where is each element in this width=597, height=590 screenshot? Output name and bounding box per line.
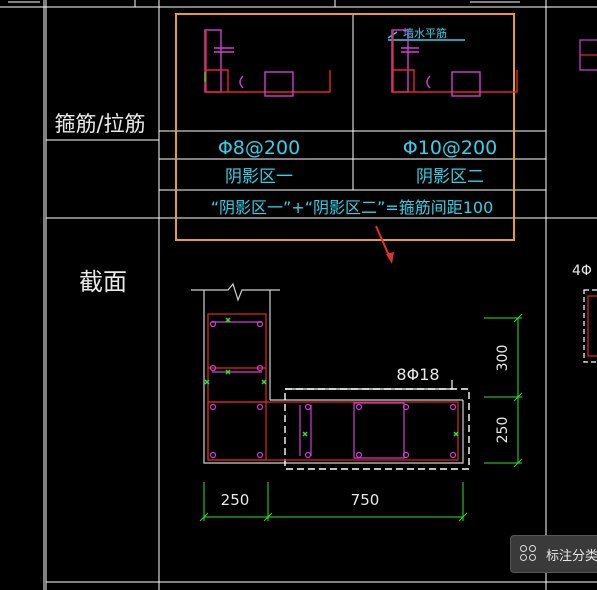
cad-drawing-canvas[interactable]: 箍筋/拉筋 截面 墙水平筋 Φ8@200 Φ10@200 阴影区一 阴影区二 “… xyxy=(0,0,597,590)
rebar-label: 8Φ18 xyxy=(396,365,439,384)
dim-right-top: 300 xyxy=(495,345,511,372)
right-stirrup-spec: Φ10@200 xyxy=(403,137,497,159)
dimension-lines xyxy=(199,313,523,522)
left-zone-label: 阴影区一 xyxy=(225,167,293,187)
row-label-stirrup: 箍筋/拉筋 xyxy=(54,112,145,136)
dim-bottom-right: 750 xyxy=(351,491,380,509)
right-edge-label: 4Φ xyxy=(572,263,592,279)
left-stirrup-spec: Φ8@200 xyxy=(218,137,300,159)
grid-circles-icon xyxy=(520,545,538,563)
detail-table-lines xyxy=(159,15,546,191)
pointer-arrow xyxy=(375,225,394,264)
right-zone-label: 阴影区二 xyxy=(416,167,484,187)
left-stirrup-detail xyxy=(204,29,331,97)
row-label-section: 截面 xyxy=(79,268,127,296)
wall-bar-label: 墙水平筋 xyxy=(403,26,447,40)
right-partial-detail xyxy=(579,39,597,363)
annotation-category-label: 标注分类 xyxy=(546,548,597,564)
dim-right-bottom: 250 xyxy=(495,417,511,444)
right-stirrup-detail: 墙水平筋 xyxy=(387,26,518,97)
annotation-category-button[interactable]: 标注分类 xyxy=(511,536,597,572)
top-strip xyxy=(8,0,520,7)
zone-formula: “阴影区一”+“阴影区二”=箍筋间距100 xyxy=(211,198,494,217)
dim-bottom-left: 250 xyxy=(221,491,250,509)
